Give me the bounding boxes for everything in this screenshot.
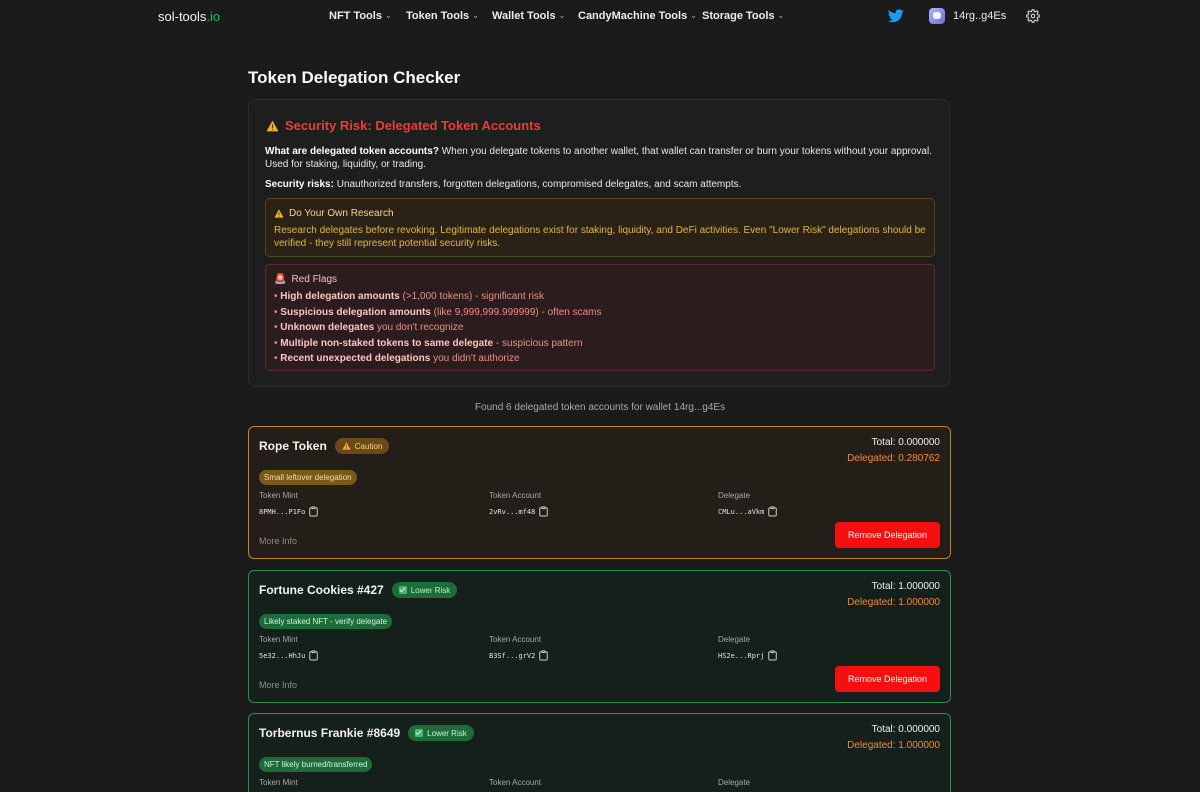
delegate-field: Delegate xyxy=(718,778,751,787)
delegation-note: Likely staked NFT - verify delegate xyxy=(259,614,393,629)
twitter-icon[interactable] xyxy=(888,9,904,23)
red-flag-item: • High delegation amounts (>1,000 tokens… xyxy=(274,291,544,302)
nav-storage-tools[interactable]: Storage Tools ⌄ xyxy=(702,10,784,22)
risk-badge: Lower Risk xyxy=(408,725,474,741)
chevron-down-icon: ⌄ xyxy=(558,11,566,20)
chevron-down-icon: ⌄ xyxy=(384,11,392,20)
delegation-note: Small leftover delegation xyxy=(259,470,357,485)
copy-icon[interactable] xyxy=(768,506,778,517)
delegation-card: Fortune Cookies #427 Lower Risk Total: 1… xyxy=(248,570,951,703)
siren-icon: 🚨 xyxy=(274,274,287,285)
delegate-field: Delegate CMLu...aVkm xyxy=(718,491,778,517)
warning-icon xyxy=(266,120,279,131)
what-are-delegations-text: What are delegated token accounts? When … xyxy=(265,146,932,170)
nav-wallet-tools[interactable]: Wallet Tools ⌄ xyxy=(492,10,565,22)
check-icon xyxy=(415,729,424,737)
wallet-address: 14rg..g4Es xyxy=(953,10,1007,22)
remove-delegation-button[interactable]: Remove Delegation xyxy=(835,666,940,692)
copy-icon[interactable] xyxy=(539,650,549,661)
delegation-card: Torbernus Frankie #8649 Lower Risk Total… xyxy=(248,713,951,792)
page-title: Token Delegation Checker xyxy=(248,68,461,87)
red-flags-box: 🚨 Red Flags • High delegation amounts (>1… xyxy=(265,264,935,371)
token-mint-field: Token Mint xyxy=(259,778,298,787)
token-account-field: Token Account B3Sf...grV2 xyxy=(489,635,549,661)
red-flag-item: • Unknown delegates you don't recognize xyxy=(274,322,464,333)
red-flag-item: • Multiple non-staked tokens to same del… xyxy=(274,337,583,349)
results-summary: Found 6 delegated token accounts for wal… xyxy=(474,402,726,413)
security-risks-text: Security risks: Unauthorized transfers, … xyxy=(265,179,742,190)
red-flags-title: Red Flags xyxy=(291,274,338,285)
dyor-title: Do Your Own Research xyxy=(289,208,394,219)
delegation-note: NFT likely burned/transferred xyxy=(259,757,373,772)
red-flag-item: • Suspicious delegation amounts (like 9,… xyxy=(274,306,602,318)
chevron-down-icon: ⌄ xyxy=(777,11,785,20)
token-mint-field: Token Mint 5e32...HhJu xyxy=(259,635,319,661)
delegated-amount: Delegated: 1.000000 xyxy=(847,740,940,751)
more-info-link[interactable]: More Info xyxy=(259,536,297,546)
top-nav: sol-tools.io NFT Tools ⌄ Token Tools ⌄ Wal… xyxy=(0,0,1200,34)
token-name: Fortune Cookies #427 xyxy=(259,583,384,597)
token-mint-field: Token Mint 8PMH...P1Fo xyxy=(259,491,319,517)
nav-candymachine-tools[interactable]: CandyMachine Tools ⌄ xyxy=(578,10,697,22)
wallet-button[interactable]: 14rg..g4Es xyxy=(929,7,1006,25)
token-account-field: Token Account 2vRv...mf48 xyxy=(489,491,549,517)
chevron-down-icon: ⌄ xyxy=(690,11,697,20)
wallet-avatar xyxy=(929,8,945,24)
nav-nft-tools[interactable]: NFT Tools ⌄ xyxy=(329,10,392,22)
total-amount: Total: 0.000000 xyxy=(871,724,940,735)
delegation-card: Rope Token Caution Total: 0.000000 Deleg… xyxy=(248,426,951,559)
security-info-panel: Security Risk: Delegated Token Accounts … xyxy=(248,99,950,387)
more-info-link[interactable]: More Info xyxy=(259,680,297,690)
dyor-notice: Do Your Own Research Research delegates … xyxy=(265,198,935,257)
copy-icon[interactable] xyxy=(768,650,778,661)
delegated-amount: Delegated: 1.000000 xyxy=(847,597,940,608)
total-amount: Total: 1.000000 xyxy=(871,581,940,592)
risk-badge: Lower Risk xyxy=(391,582,458,598)
token-name: Rope Token xyxy=(259,439,327,453)
copy-icon[interactable] xyxy=(539,506,549,517)
site-logo[interactable]: sol-tools.io xyxy=(158,9,220,24)
gear-icon[interactable] xyxy=(1026,9,1040,23)
security-risk-heading: Security Risk: Delegated Token Accounts xyxy=(266,118,541,133)
warning-icon xyxy=(274,209,284,218)
copy-icon[interactable] xyxy=(309,650,319,661)
delegate-field: Delegate HS2e...Rprj xyxy=(718,635,778,661)
warning-icon xyxy=(342,442,351,450)
copy-icon[interactable] xyxy=(309,506,319,517)
token-account-field: Token Account xyxy=(489,778,542,787)
nav-token-tools[interactable]: Token Tools ⌄ xyxy=(406,10,479,22)
token-name: Torbernus Frankie #8649 xyxy=(259,726,401,740)
chevron-down-icon: ⌄ xyxy=(472,11,479,20)
remove-delegation-button[interactable]: Remove Delegation xyxy=(835,522,940,548)
risk-badge: Caution xyxy=(334,438,390,454)
total-amount: Total: 0.000000 xyxy=(871,437,940,448)
check-icon xyxy=(398,586,407,594)
red-flag-item: • Recent unexpected delegations you didn… xyxy=(274,353,520,364)
dyor-body: Research delegates before revoking. Legi… xyxy=(274,225,926,249)
delegated-amount: Delegated: 0.280762 xyxy=(847,453,940,464)
